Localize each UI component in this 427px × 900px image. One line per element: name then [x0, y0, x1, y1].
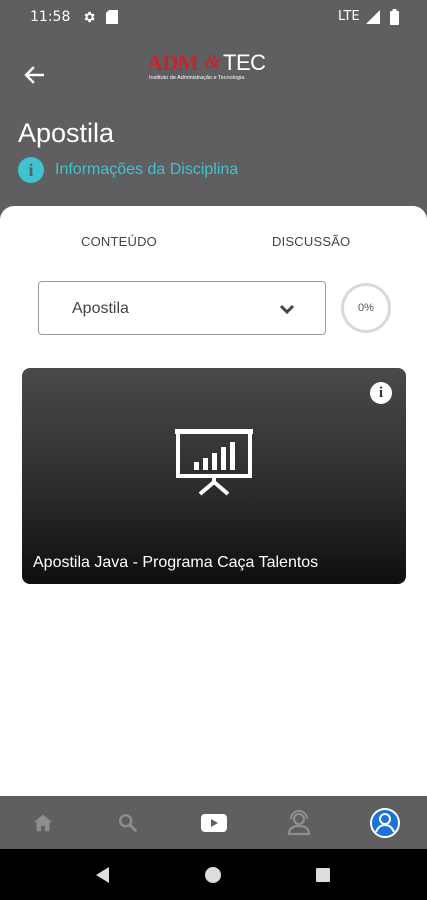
- tab-bar: CONTEÚDO DISCUSSÃO: [0, 234, 427, 258]
- progress-label: 0%: [358, 302, 374, 314]
- bottom-nav: [0, 796, 427, 849]
- logo-subtitle: Instituto de Administração e Tecnologia: [149, 75, 245, 81]
- status-bar: 11:58 LTE: [0, 0, 427, 36]
- material-title: Apostila Java - Programa Caça Talentos: [33, 554, 319, 571]
- nav-video[interactable]: [184, 796, 244, 849]
- settings-icon: [82, 10, 96, 27]
- circle-home-icon: [205, 867, 221, 883]
- system-nav-bar: [0, 849, 427, 900]
- presentation-chart-icon: [174, 426, 254, 503]
- status-time: 11:58: [30, 9, 71, 25]
- info-icon[interactable]: i: [370, 382, 392, 404]
- info-icon: i: [18, 157, 44, 183]
- logo-adm: ADM: [147, 50, 199, 75]
- content-sheet: CONTEÚDO DISCUSSÃO Apostila 0% i Apostil…: [0, 206, 427, 796]
- nav-profile[interactable]: [355, 796, 415, 849]
- signal-icon: [366, 10, 380, 27]
- select-value: Apostila: [72, 300, 129, 317]
- network-type: LTE: [338, 9, 360, 24]
- nav-support[interactable]: [269, 796, 329, 849]
- system-recents-button[interactable]: [310, 862, 336, 888]
- tab-discussion[interactable]: DISCUSSÃO: [272, 234, 350, 249]
- support-icon: [287, 809, 311, 835]
- arrow-left-icon: [24, 66, 44, 84]
- chevron-down-icon: [279, 302, 295, 320]
- back-button[interactable]: [20, 62, 48, 88]
- material-type-select[interactable]: Apostila: [38, 281, 326, 335]
- sd-card-icon: [106, 10, 118, 27]
- course-info-label: Informações da Disciplina: [55, 161, 239, 178]
- material-card[interactable]: i Apostila Java - Programa Caça Talentos: [22, 368, 406, 584]
- nav-search[interactable]: [98, 796, 158, 849]
- logo-amp: &: [205, 51, 221, 73]
- nav-home[interactable]: [13, 796, 73, 849]
- tab-content[interactable]: CONTEÚDO: [81, 234, 157, 249]
- progress-indicator: 0%: [341, 283, 391, 333]
- system-back-button[interactable]: [90, 862, 116, 888]
- battery-icon: [390, 9, 399, 28]
- triangle-back-icon: [96, 867, 109, 883]
- video-icon: [201, 813, 227, 832]
- system-home-button[interactable]: [200, 862, 226, 888]
- home-icon: [33, 814, 53, 831]
- square-recents-icon: [316, 868, 330, 882]
- search-icon: [119, 813, 138, 832]
- page-title: Apostila: [18, 118, 115, 148]
- admtec-logo: ADM & TEC Instituto de Administração e T…: [147, 50, 283, 86]
- course-info-link[interactable]: i Informações da Disciplina: [18, 157, 238, 183]
- logo-tec: TEC: [223, 50, 266, 75]
- profile-icon: [370, 807, 400, 838]
